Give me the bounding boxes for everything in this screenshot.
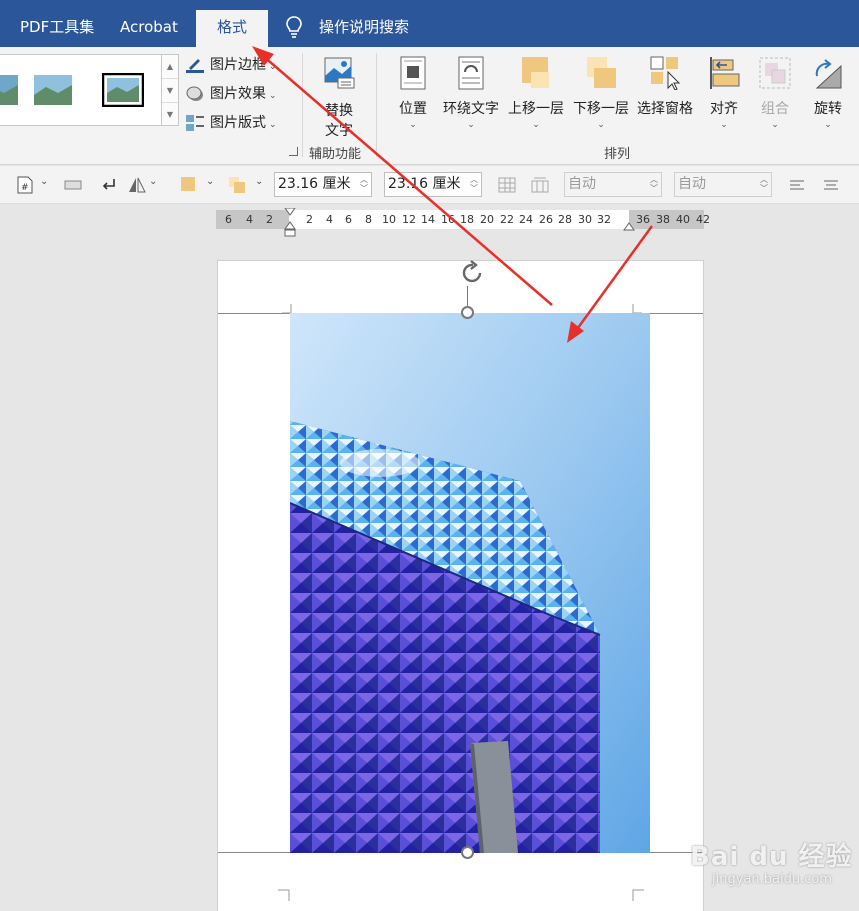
picture-styles-gallery[interactable] (0, 54, 162, 126)
align-button[interactable]: 对齐 ⌄ (704, 56, 744, 130)
format-toolbar: # ⌄ ⌄ ⌄ ⌄ 23.16 厘米 ︿ ﹀ 23.16 厘米 ︿ ﹀ 自动 ︿ ﹀ … (0, 166, 859, 204)
group-objects-button[interactable]: 组合 ⌄ (755, 56, 795, 130)
group-icon (759, 57, 791, 89)
wrap-text-icon (458, 56, 484, 90)
style-thumb-3[interactable] (102, 73, 144, 107)
document-number-icon[interactable]: # (16, 176, 34, 194)
align-left-icon[interactable] (788, 176, 806, 194)
send-backward-icon (587, 57, 616, 88)
picture-layout-menu[interactable]: 图片版式 ⌄ (186, 112, 277, 134)
ribbon: ▲ ▼ ▼ 图片边框 ⌄ 图片效果 ⌄ 图片版式 ⌄ 替换 文字 辅助功能 位置… (0, 47, 859, 165)
send-backward-small-icon[interactable] (228, 176, 246, 194)
chevron-down-icon[interactable]: ⌄ (149, 176, 157, 187)
chevron-down-icon[interactable]: ⌄ (40, 176, 48, 187)
resize-handle-bottom[interactable] (461, 846, 474, 859)
column-width-icon (531, 177, 549, 193)
chevron-down-icon: ⌄ (269, 120, 277, 130)
position-icon (400, 56, 426, 90)
chevron-down-icon: ⌄ (720, 120, 728, 130)
gallery-scroll[interactable]: ▲ ▼ ▼ (161, 54, 179, 126)
align-center-icon[interactable] (822, 176, 840, 194)
width-field[interactable]: 23.16 厘米 ︿ ﹀ (384, 172, 482, 197)
title-tab-bar: PDF工具集 Acrobat 格式 操作说明搜索 (0, 0, 859, 47)
group-divider (376, 53, 377, 157)
corner-mark-icon (278, 889, 290, 901)
send-backward-button[interactable]: 下移一层 ⌄ (570, 56, 632, 130)
chevron-down-icon[interactable]: ⌄ (255, 176, 263, 187)
tab-format[interactable]: 格式 (196, 10, 268, 47)
tab-pdf-tools[interactable]: PDF工具集 (10, 10, 104, 47)
selection-pane-button[interactable]: 选择窗格 (634, 56, 696, 118)
auto-field-2[interactable]: 自动 ︿ ﹀ (674, 172, 772, 197)
chevron-down-icon: ⌄ (532, 120, 540, 130)
dialog-launcher-icon[interactable] (289, 147, 298, 156)
rotate-icon (815, 59, 842, 89)
picture-border-menu[interactable]: 图片边框 ⌄ (186, 54, 277, 76)
layout-icon (186, 115, 204, 131)
spin-arrows[interactable]: ︿ ﹀ (760, 175, 768, 193)
right-indent-marker-icon[interactable] (623, 221, 635, 231)
spin-arrows[interactable]: ︿ ﹀ (470, 175, 478, 193)
effects-icon (186, 86, 203, 101)
bring-forward-small-icon[interactable] (180, 176, 198, 194)
picture-effects-menu[interactable]: 图片效果 ⌄ (186, 83, 277, 105)
rotate-button[interactable]: 旋转 ⌄ (808, 56, 848, 130)
chevron-down-icon[interactable]: ⌄ (206, 176, 214, 187)
auto-field-1[interactable]: 自动 ︿ ﹀ (564, 172, 662, 197)
flip-icon[interactable] (128, 176, 146, 194)
wrap-arrow-icon[interactable] (99, 176, 117, 194)
position-button[interactable]: 位置 ⌄ (393, 56, 433, 130)
gallery-up-arrow[interactable]: ▲ (162, 55, 178, 79)
lightbulb-icon[interactable] (285, 16, 303, 38)
gallery-more-arrow[interactable]: ▼ (162, 103, 178, 127)
resize-handle-top[interactable] (461, 306, 474, 319)
svg-text:#: # (21, 183, 29, 193)
indent-marker-icon[interactable] (283, 208, 297, 238)
selection-pane-icon (650, 56, 681, 91)
horizontal-ruler[interactable]: 6 4 2 2 4 6 8 10 12 14 16 18 20 22 24 26… (216, 208, 710, 237)
spin-arrows[interactable]: ︿ ﹀ (650, 175, 658, 193)
wrap-text-button[interactable]: 环绕文字 ⌄ (440, 56, 502, 130)
height-field[interactable]: 23.16 厘米 ︿ ﹀ (274, 172, 372, 197)
corner-mark-icon (632, 889, 644, 901)
bring-forward-icon (522, 57, 549, 88)
style-thumb-2[interactable] (32, 73, 74, 107)
building-photo (290, 313, 650, 853)
spin-arrows[interactable]: ︿ ﹀ (360, 175, 368, 193)
style-thumb-1[interactable] (0, 73, 20, 107)
margin-icon[interactable] (64, 176, 82, 194)
alt-text-icon (324, 57, 355, 89)
rotate-handle-icon[interactable] (458, 260, 488, 286)
bring-forward-button[interactable]: 上移一层 ⌄ (505, 56, 567, 130)
chevron-down-icon: ⌄ (269, 91, 277, 101)
baidu-watermark: Bai du 经验 jingyan.baidu.com (690, 842, 853, 887)
chevron-down-icon: ⌄ (269, 62, 277, 72)
accessibility-group-label: 辅助功能 (309, 147, 362, 162)
gallery-down-arrow[interactable]: ▼ (162, 79, 178, 103)
align-icon (710, 57, 740, 89)
group-divider (302, 53, 303, 157)
alt-text-button[interactable]: 替换 文字 (316, 56, 362, 140)
tab-acrobat[interactable]: Acrobat (110, 10, 188, 47)
chevron-down-icon: ⌄ (771, 120, 779, 130)
selected-picture[interactable] (290, 313, 650, 853)
rotate-handle-stem (467, 286, 468, 307)
table-grid-icon (498, 177, 516, 193)
chevron-down-icon: ⌄ (409, 120, 417, 130)
chevron-down-icon: ⌄ (467, 120, 475, 130)
chevron-down-icon: ⌄ (824, 120, 832, 130)
tell-me-search[interactable]: 操作说明搜索 (309, 10, 419, 47)
pen-border-icon (186, 59, 204, 73)
arrange-group-label: 排列 (604, 147, 631, 162)
chevron-down-icon: ⌄ (597, 120, 605, 130)
